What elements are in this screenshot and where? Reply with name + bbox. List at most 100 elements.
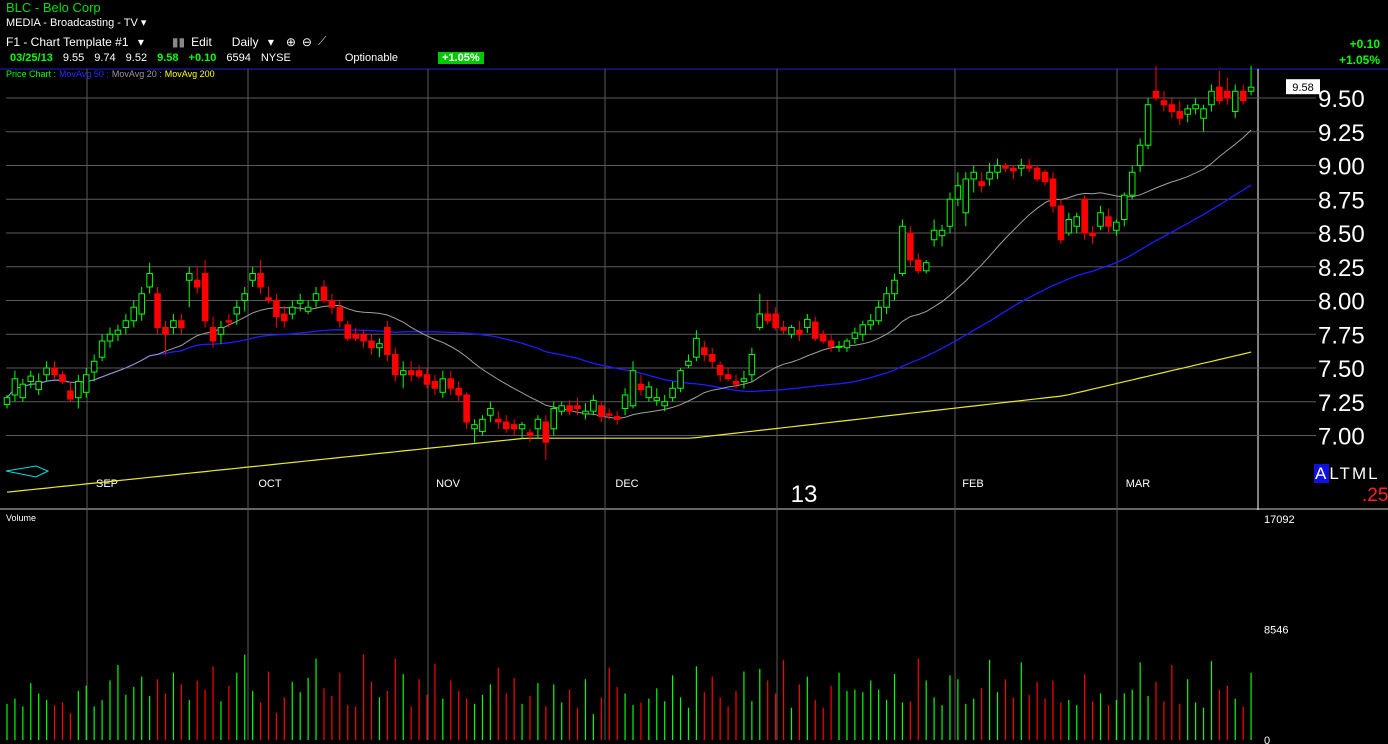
candle-body <box>471 424 478 430</box>
candle <box>708 347 716 368</box>
candle-body <box>1216 86 1223 102</box>
candle <box>154 287 161 335</box>
candle <box>613 411 621 425</box>
candle-body <box>162 327 169 335</box>
ma200-line <box>6 351 1252 493</box>
candle <box>328 293 336 314</box>
candle-body <box>637 383 645 391</box>
candle-body <box>352 333 359 339</box>
volume-tick-label: 0 <box>1264 735 1270 744</box>
candle-body <box>1168 104 1176 112</box>
candle <box>1152 65 1160 101</box>
candle-body <box>1200 108 1207 119</box>
candle-body <box>550 408 558 430</box>
candle-body <box>1010 167 1017 172</box>
candle-body <box>827 340 835 347</box>
candle <box>257 260 264 294</box>
candle-body <box>1128 171 1136 196</box>
candle <box>724 368 732 382</box>
candle-body <box>1136 144 1144 166</box>
candle-body <box>875 306 882 322</box>
candle-body <box>716 364 724 376</box>
candle-body <box>891 279 898 295</box>
candle-body <box>1089 232 1096 237</box>
timeframe-option[interactable]: A <box>1314 464 1330 483</box>
candle-body <box>740 378 748 382</box>
candle-body <box>970 171 978 180</box>
candle-body <box>35 381 42 391</box>
candle <box>970 165 978 193</box>
candle <box>392 347 399 382</box>
candle-body <box>27 375 35 383</box>
timeframe-offset: .25 <box>1362 485 1388 506</box>
candle <box>423 368 431 389</box>
candle <box>35 373 42 395</box>
candle-body <box>907 232 914 261</box>
timeframe-option[interactable]: L <box>1368 464 1379 483</box>
y-tick-label: 9.00 <box>1318 154 1365 181</box>
candle-body <box>249 273 256 281</box>
y-tick-label: 8.75 <box>1318 187 1365 214</box>
candle-body <box>360 333 367 342</box>
candle <box>399 361 407 389</box>
last-price-label: 9.58 <box>1292 82 1313 94</box>
candle <box>1168 98 1176 119</box>
candle <box>463 392 470 429</box>
candle-body <box>590 399 597 412</box>
candle <box>1002 162 1009 173</box>
candle-body <box>320 286 328 301</box>
candle <box>598 401 605 422</box>
candle <box>3 395 11 409</box>
candle <box>487 401 494 422</box>
candle <box>1025 158 1033 173</box>
candle <box>859 320 867 341</box>
candle <box>312 287 320 308</box>
candle <box>1176 100 1184 125</box>
candle <box>1065 212 1073 236</box>
candle-body <box>867 320 874 326</box>
candle <box>986 162 993 186</box>
candle-body <box>130 306 138 322</box>
candle <box>415 365 423 379</box>
candle <box>1144 98 1152 150</box>
candle <box>693 330 700 362</box>
candle <box>867 314 874 331</box>
candle <box>1057 199 1065 244</box>
candle-body <box>455 387 462 396</box>
candle-body <box>780 327 787 331</box>
candle <box>827 334 835 352</box>
candle-body <box>1049 178 1057 207</box>
candle <box>1010 165 1017 179</box>
candle-body <box>3 397 11 405</box>
candle-body <box>598 405 605 418</box>
candle <box>1239 84 1247 105</box>
candle <box>344 320 352 341</box>
candle <box>716 361 724 382</box>
candle-body <box>336 306 344 322</box>
candle-body <box>67 390 74 400</box>
candle <box>122 314 130 335</box>
candle <box>772 307 779 331</box>
candle <box>281 305 288 328</box>
candle-body <box>98 340 106 358</box>
candle <box>558 401 565 416</box>
timeframe-option[interactable]: T <box>1340 464 1352 483</box>
y-tick-label: 8.25 <box>1318 255 1365 282</box>
timeframe-option[interactable]: M <box>1352 464 1368 483</box>
candle <box>748 347 756 382</box>
candle-body <box>653 397 661 401</box>
candle-body <box>613 416 621 420</box>
candle <box>843 338 851 352</box>
candle <box>82 368 90 398</box>
candle <box>946 192 954 233</box>
timeframe-option[interactable]: L <box>1329 464 1339 483</box>
candle <box>1105 208 1112 233</box>
candle-body <box>82 374 90 393</box>
candle <box>233 300 241 325</box>
candle-body <box>265 297 272 301</box>
candle-body <box>859 324 867 335</box>
candle <box>1073 212 1081 233</box>
candle-body <box>423 374 431 385</box>
candle <box>1018 158 1025 177</box>
candle-body <box>542 421 550 443</box>
